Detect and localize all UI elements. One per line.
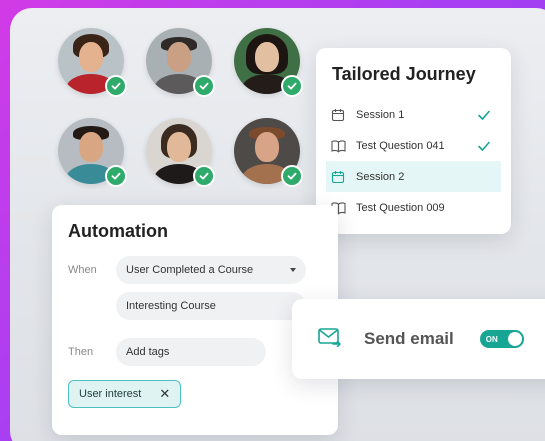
close-icon[interactable]: ✕ bbox=[159, 386, 170, 402]
user-avatar-4 bbox=[58, 118, 127, 187]
user-avatar-5 bbox=[146, 118, 215, 187]
email-icon bbox=[318, 327, 342, 352]
when-label: When bbox=[68, 264, 97, 276]
action-select[interactable]: Add tags bbox=[116, 338, 266, 366]
toggle-label: ON bbox=[485, 334, 498, 344]
user-avatar-6 bbox=[234, 118, 303, 187]
check-icon bbox=[105, 165, 127, 187]
user-interest-tag[interactable]: User interest ✕ bbox=[68, 380, 182, 408]
journey-item-test-question-009[interactable]: Test Question 009 bbox=[326, 192, 501, 223]
book-icon bbox=[330, 138, 346, 154]
journey-title: Tailored Journey bbox=[332, 64, 476, 84]
course-value: Interesting Course bbox=[126, 300, 216, 312]
journey-item-session-1[interactable]: Session 1 bbox=[326, 99, 501, 130]
send-email-card: Send email ON bbox=[292, 299, 545, 379]
check-icon bbox=[193, 75, 215, 97]
tag-label: User interest bbox=[79, 388, 142, 400]
chevron-down-icon bbox=[290, 268, 296, 272]
checkmark-icon bbox=[478, 110, 490, 120]
send-email-toggle[interactable]: ON bbox=[479, 330, 524, 348]
journey-item-label: Session 2 bbox=[356, 170, 405, 183]
journey-item-test-question-041[interactable]: Test Question 041 bbox=[326, 130, 501, 161]
stage: Tailored Journey Session 1 Test Question… bbox=[10, 8, 545, 441]
then-label: Then bbox=[68, 346, 94, 358]
trigger-value: User Completed a Course bbox=[126, 264, 254, 276]
user-avatar-3 bbox=[234, 28, 303, 97]
tailored-journey-card: Tailored Journey Session 1 Test Question… bbox=[316, 48, 511, 234]
user-avatar-1 bbox=[58, 28, 127, 97]
user-avatar-2 bbox=[146, 28, 215, 97]
journey-item-label: Test Question 041 bbox=[356, 139, 445, 152]
calendar-icon bbox=[330, 107, 346, 123]
check-icon bbox=[193, 165, 215, 187]
send-email-label: Send email bbox=[364, 329, 454, 348]
check-icon bbox=[281, 165, 303, 187]
journey-item-label: Test Question 009 bbox=[356, 201, 445, 214]
automation-title: Automation bbox=[68, 221, 168, 241]
action-value: Add tags bbox=[126, 346, 170, 358]
journey-item-session-2[interactable]: Session 2 bbox=[326, 161, 501, 192]
calendar-icon bbox=[330, 169, 346, 185]
journey-item-label: Session 1 bbox=[356, 108, 405, 121]
checkmark-icon bbox=[478, 141, 490, 151]
course-select[interactable]: Interesting Course bbox=[116, 292, 306, 320]
check-icon bbox=[105, 75, 127, 97]
check-icon bbox=[281, 75, 303, 97]
trigger-select[interactable]: User Completed a Course bbox=[116, 256, 306, 284]
